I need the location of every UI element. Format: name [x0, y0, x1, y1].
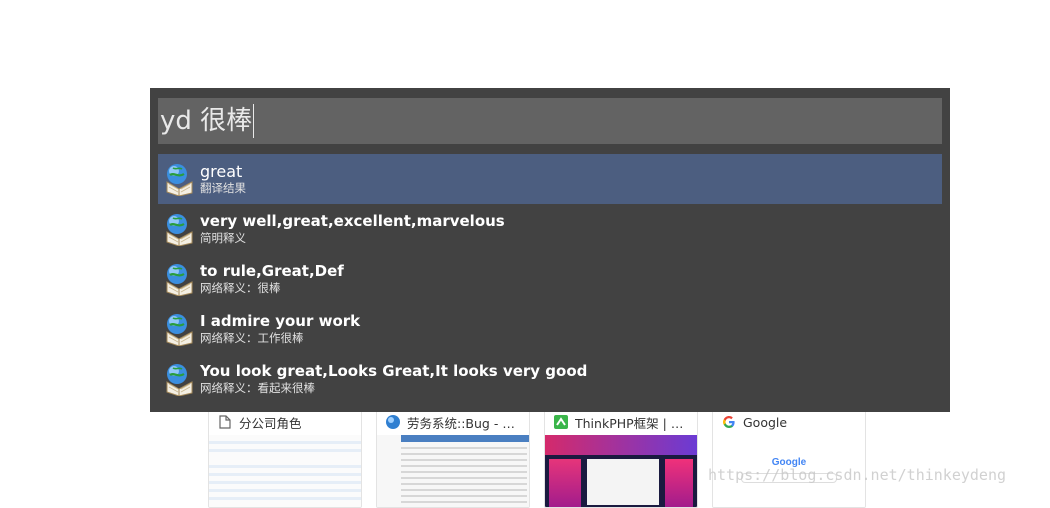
tile-title: 劳务系统::Bug - 禅道: [407, 415, 527, 431]
tile-thumbnail: [377, 435, 529, 507]
result-text: I admire your work 网络释义：工作很棒: [200, 312, 360, 346]
result-subtitle: 网络释义：很棒: [200, 281, 281, 295]
dictionary-globe-icon: [164, 362, 194, 397]
result-item[interactable]: very well,great,excellent,marvelous 简明释义: [158, 204, 942, 254]
query-input[interactable]: yd 很棒: [160, 104, 255, 138]
result-title: very well,great,excellent,marvelous: [200, 212, 505, 230]
result-title: You look great,Looks Great,It looks very…: [200, 362, 588, 380]
tile-title: Google: [743, 414, 788, 430]
zentao-icon: [385, 414, 401, 430]
result-subtitle: 翻译结果: [200, 181, 246, 195]
results-list: great 翻译结果 very well,great,excellent,mar…: [158, 154, 942, 404]
tile-thumbnail: [209, 435, 361, 507]
result-title: great: [200, 162, 243, 181]
result-text: You look great,Looks Great,It looks very…: [200, 362, 587, 396]
result-text: to rule,Great,Def 网络释义：很棒: [200, 262, 344, 296]
result-item[interactable]: I admire your work 网络释义：工作很棒: [158, 304, 942, 354]
tile-thumbnail: [545, 435, 697, 507]
result-item[interactable]: to rule,Great,Def 网络释义：很棒: [158, 254, 942, 304]
result-subtitle: 简明释义: [200, 231, 246, 245]
result-item[interactable]: great 翻译结果: [158, 154, 942, 204]
watermark: https://blog.csdn.net/thinkeydeng: [708, 466, 1007, 484]
query-bar[interactable]: yd 很棒: [158, 98, 942, 144]
google-icon: [721, 414, 737, 430]
dictionary-globe-icon: [164, 212, 194, 247]
result-title: I admire your work: [200, 312, 361, 330]
tile-header: ThinkPHP框架 | 中…: [545, 409, 697, 435]
result-title: to rule,Great,Def: [200, 262, 344, 280]
dictionary-globe-icon: [164, 262, 194, 297]
most-visited-tiles: 分公司角色 劳务系统::Bug - 禅道 ThinkPHP框架 | 中… Goo…: [208, 408, 866, 508]
tile-thinkphp[interactable]: ThinkPHP框架 | 中…: [544, 408, 698, 508]
tile-header: 分公司角色: [209, 409, 361, 435]
result-subtitle: 网络释义：看起来很棒: [200, 381, 315, 395]
tile-bug-system[interactable]: 劳务系统::Bug - 禅道: [376, 408, 530, 508]
tile-header: Google: [713, 409, 865, 435]
tile-title: 分公司角色: [239, 415, 302, 431]
result-text: very well,great,excellent,marvelous 简明释义: [200, 212, 505, 246]
tile-title: ThinkPHP框架 | 中…: [575, 415, 695, 431]
result-item[interactable]: You look great,Looks Great,It looks very…: [158, 354, 942, 404]
page-icon: [217, 414, 233, 430]
launcher-window: yd 很棒 great 翻译结果 very well,great,excelle…: [150, 88, 950, 412]
result-text: great 翻译结果: [200, 162, 246, 196]
result-subtitle: 网络释义：工作很棒: [200, 331, 304, 345]
tile-branch-roles[interactable]: 分公司角色: [208, 408, 362, 508]
dictionary-globe-icon: [164, 312, 194, 347]
dictionary-globe-icon: [164, 162, 194, 197]
thinkphp-icon: [553, 414, 569, 430]
tile-google[interactable]: Google Google: [712, 408, 866, 508]
tile-header: 劳务系统::Bug - 禅道: [377, 409, 529, 435]
